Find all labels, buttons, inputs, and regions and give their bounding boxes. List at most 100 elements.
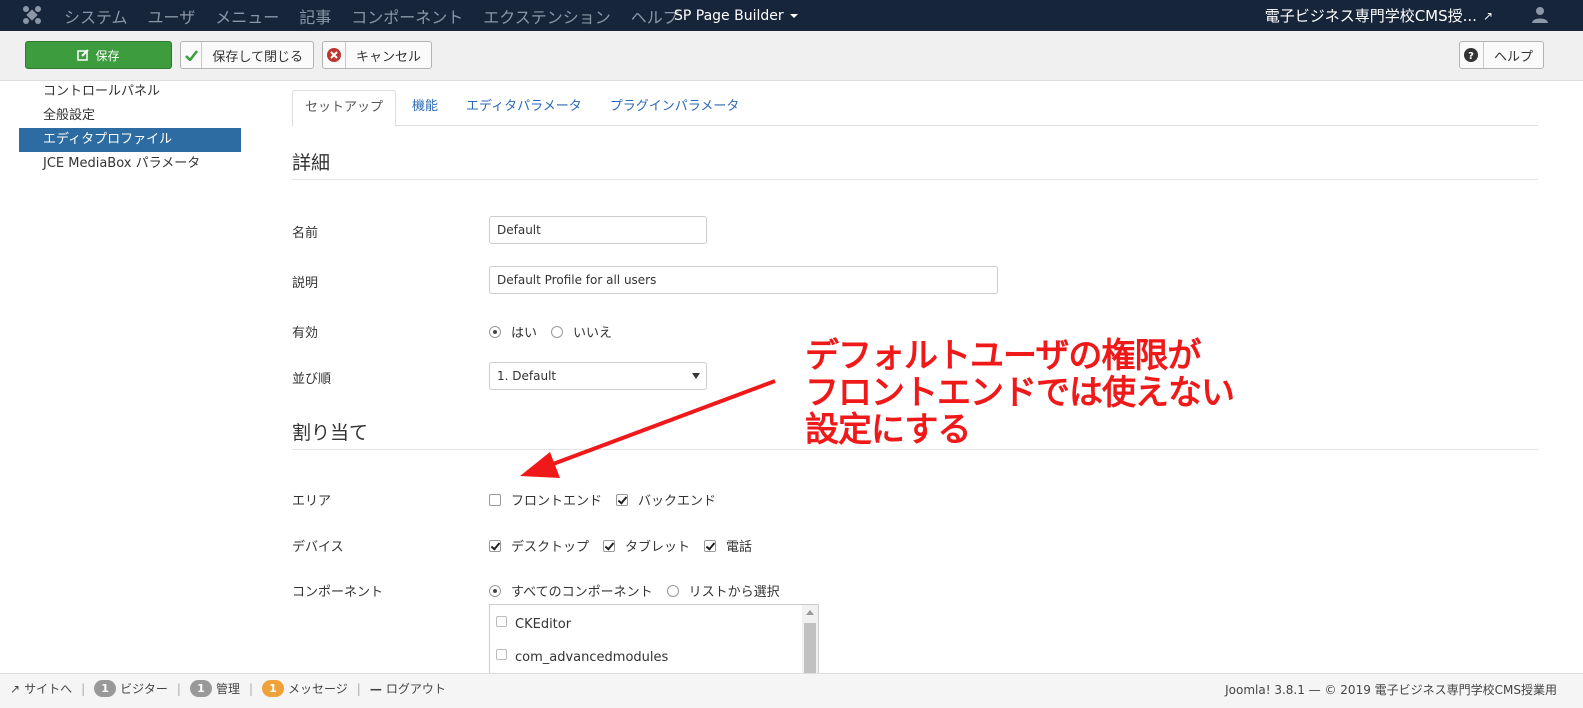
view-site-link[interactable]: ↗ サイトへ [10,680,72,697]
sidebar-item-global-config[interactable]: 全般設定 [19,104,241,128]
footer-copyright: Joomla! 3.8.1 — © 2019 電子ビジネス専門学校CMS授業用 [1225,683,1557,697]
order-select-value: 1. Default [497,369,557,383]
tab-plugin-parameters[interactable]: プラグインパラメータ [598,90,752,126]
external-link-icon: ↗ [10,681,21,696]
messages-label: メッセージ [288,682,348,696]
help-button[interactable]: ? ヘルプ [1459,41,1544,69]
component-name: com_advancedmodules [515,650,669,665]
component-checkbox[interactable] [496,649,507,660]
name-label: 名前 [292,226,319,241]
messages-badge: 1 [262,680,284,697]
listbox-scrollbar[interactable] [802,605,818,673]
help-label: ヘルプ [1493,49,1533,65]
visitors-label: ビジター [120,682,168,696]
site-link[interactable]: 電子ビジネス専門学校CMS授... ↗ [1265,0,1493,31]
order-label: 並び順 [292,372,332,387]
select-from-list-label: リストから選択 [688,585,780,600]
component-listbox[interactable]: CKEditor com_advancedmodules [489,604,819,674]
question-icon: ? [1460,42,1484,68]
scroll-thumb[interactable] [804,623,816,673]
minus-icon: — [369,681,382,696]
save-close-button[interactable]: 保存して閉じる [180,41,314,69]
messages-link[interactable]: 1 メッセージ [262,680,348,697]
sidebar: コントロールパネル 全般設定 エディタプロファイル JCE MediaBox パ… [19,80,241,176]
logout-label: ログアウト [385,682,446,696]
enabled-label: 有効 [292,326,319,341]
phone-label: 電話 [726,540,753,555]
admin-link[interactable]: 1 管理 [189,680,240,697]
cancel-label: キャンセル [355,49,421,65]
enabled-options: はい いいえ [489,322,612,341]
user-icon[interactable] [1531,6,1549,24]
tab-features[interactable]: 機能 [400,90,450,126]
component-name: CKEditor [515,617,572,632]
save-close-label: 保存して閉じる [212,49,303,65]
tablet-checkbox[interactable] [603,539,616,552]
svg-text:?: ? [1469,51,1475,62]
scroll-up-icon[interactable] [806,610,814,615]
menu-system[interactable]: システム [64,4,128,28]
annotation-line-2: フロントエンドでは使えない [805,373,1235,413]
menu-users[interactable]: ユーザ [148,4,196,28]
name-input[interactable]: Default [489,216,707,244]
status-links: ↗ サイトへ | 1 ビジター | 1 管理 | 1 メッセージ | — ログア… [10,680,446,697]
cancel-circle-icon [323,42,346,68]
visitors-link[interactable]: 1 ビジター [94,680,168,697]
select-from-list-radio[interactable] [666,584,679,597]
sidebar-item-control-panel[interactable]: コントロールパネル [19,80,241,104]
backend-label: バックエンド [638,494,717,509]
toolbar: 保存 保存して閉じる キャンセル ? ヘルプ [0,31,1583,81]
tab-editor-parameters[interactable]: エディタパラメータ [454,90,594,126]
area-label: エリア [292,494,332,509]
annotation-text: デフォルトユーザの権限が フロントエンドでは使えない 設定にする [805,336,1235,450]
enabled-yes-radio[interactable] [489,325,501,338]
device-label: デバイス [292,540,344,555]
enabled-no-radio[interactable] [551,325,564,338]
frontend-label: フロントエンド [511,494,603,509]
sidebar-item-editor-profiles[interactable]: エディタプロファイル [19,128,241,152]
sidebar-item-mediabox[interactable]: JCE MediaBox パラメータ [19,152,241,176]
enabled-yes-label: はい [511,326,538,341]
menu-help[interactable]: ヘルプ [631,4,679,28]
menu-components[interactable]: コンポーネント [351,4,463,28]
logout-link[interactable]: — ログアウト [370,680,446,697]
menu-content[interactable]: 記事 [299,4,331,28]
description-input[interactable]: Default Profile for all users [489,266,998,294]
frontend-checkbox[interactable] [489,493,501,506]
enabled-no-label: いいえ [573,326,613,341]
desktop-label: デスクトップ [511,540,590,555]
view-site-label: サイトへ [24,682,73,696]
visitors-badge: 1 [94,680,117,697]
backend-checkbox[interactable] [616,493,629,506]
details-legend: 詳細 [292,148,1538,180]
top-navbar: システム ユーザ メニュー 記事 コンポーネント エクステンション ヘルプ SP… [0,0,1583,31]
list-item[interactable]: com_advancedmodules [496,649,669,665]
phone-checkbox[interactable] [704,539,717,552]
sp-page-builder-label: SP Page Builder [674,7,784,24]
order-select[interactable]: 1. Default [489,362,707,390]
annotation-line-1: デフォルトユーザの権限が [805,336,1201,376]
site-name: 電子ビジネス専門学校CMS授... [1264,7,1477,25]
menu-menus[interactable]: メニュー [215,4,279,28]
component-checkbox[interactable] [496,616,507,627]
chevron-down-icon [789,13,798,18]
menu-extensions[interactable]: エクステンション [483,4,611,28]
tablet-label: タブレット [625,540,691,555]
tab-setup[interactable]: セットアップ [292,90,397,127]
list-item[interactable]: CKEditor [496,616,572,632]
main-menu: システム ユーザ メニュー 記事 コンポーネント エクステンション ヘルプ [64,0,699,31]
area-options: フロントエンド バックエンド [489,490,716,509]
status-bar: ↗ サイトへ | 1 ビジター | 1 管理 | 1 メッセージ | — ログア… [0,673,1583,708]
check-icon [181,42,203,68]
component-options: すべてのコンポーネント リストから選択 [489,581,780,600]
annotation-line-3: 設定にする [805,410,971,450]
desktop-checkbox[interactable] [489,539,501,552]
all-components-radio[interactable] [489,584,501,597]
menu-sp-page-builder[interactable]: SP Page Builder [674,0,798,31]
cancel-button[interactable]: キャンセル [322,41,432,69]
device-options: デスクトップ タブレット 電話 [489,536,752,555]
description-label: 説明 [292,276,319,291]
external-link-icon: ↗ [1482,8,1493,23]
joomla-logo-icon[interactable] [22,5,42,25]
save-button[interactable]: 保存 [25,41,172,69]
